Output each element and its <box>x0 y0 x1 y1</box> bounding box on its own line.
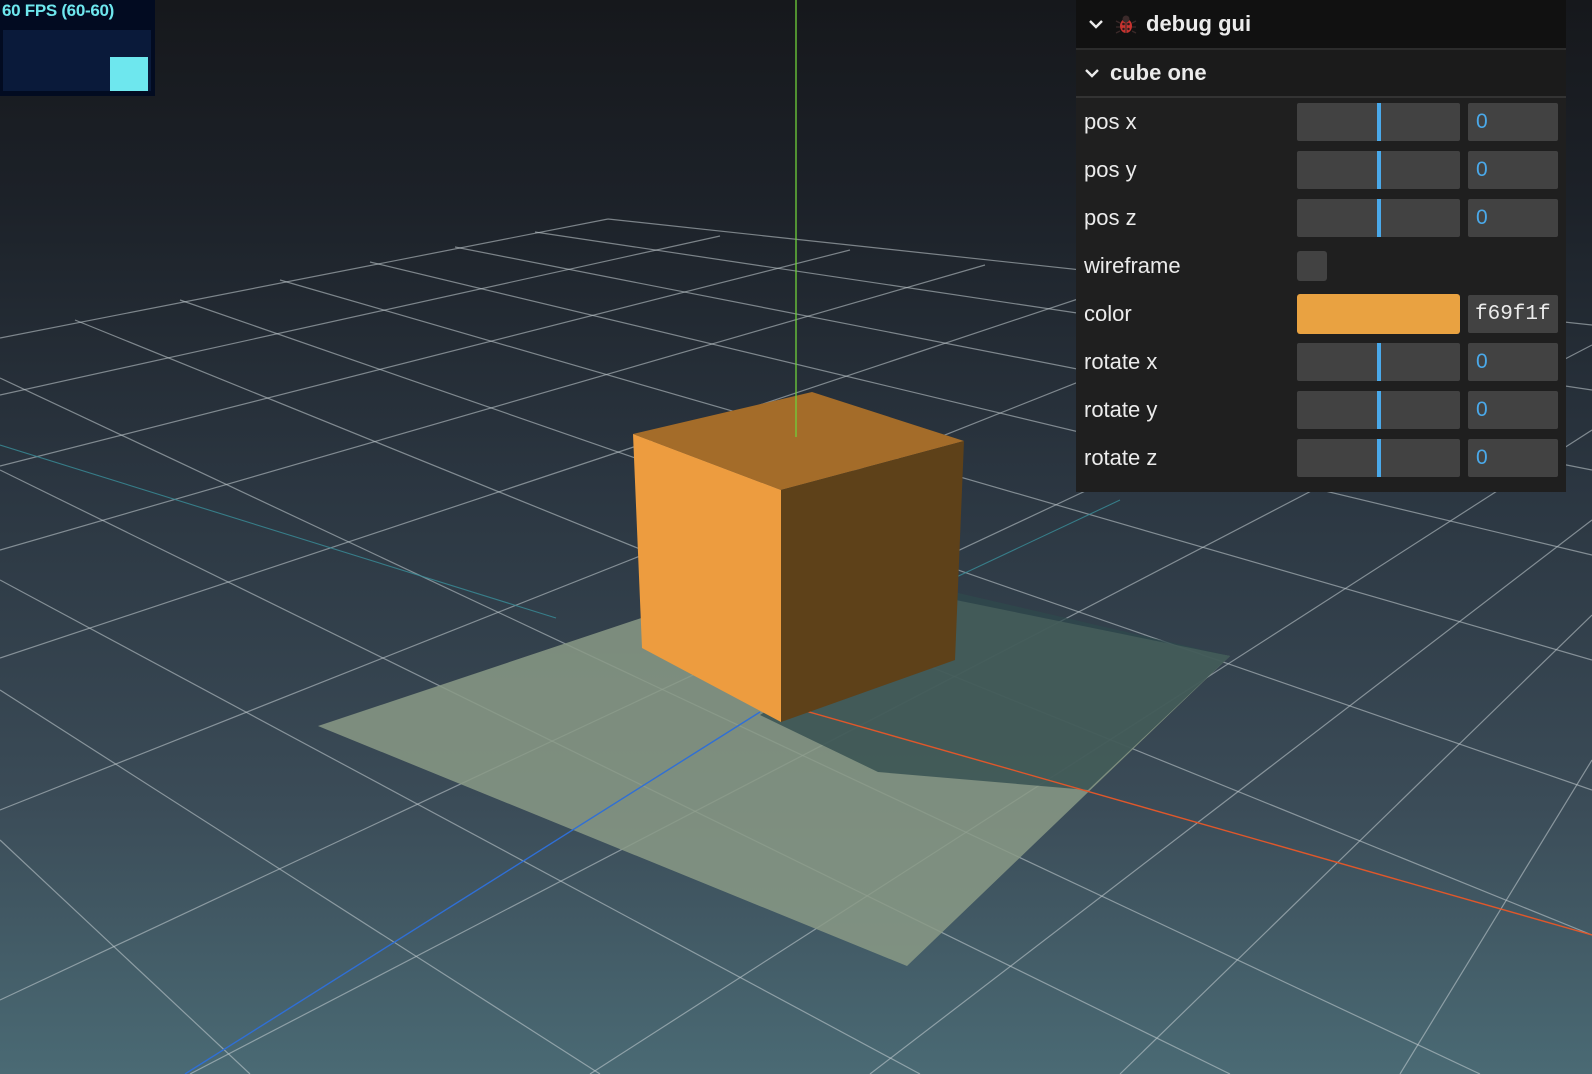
control-label-rotate-x: rotate x <box>1084 349 1158 374</box>
folder-header-cube-one[interactable]: cube one <box>1076 50 1566 98</box>
fps-graph-bar <box>110 57 148 91</box>
control-row-pos-z: pos z <box>1076 194 1566 242</box>
control-label-pos-z: pos z <box>1084 205 1137 230</box>
control-row-pos-y: pos y <box>1076 146 1566 194</box>
number-input-pos-z[interactable] <box>1468 199 1558 237</box>
axis-z-negative <box>0 444 557 619</box>
checkbox-wireframe[interactable] <box>1297 251 1327 281</box>
control-row-rotate-x: rotate x <box>1076 338 1566 386</box>
slider-handle[interactable] <box>1376 103 1381 141</box>
fps-graph <box>3 30 151 91</box>
color-swatch[interactable] <box>1297 294 1460 334</box>
debug-gui-title: debug gui <box>1146 11 1252 36</box>
control-row-rotate-y: rotate y <box>1076 386 1566 434</box>
control-label-color: color <box>1084 301 1132 326</box>
control-label-pos-y: pos y <box>1084 157 1137 182</box>
fps-stats-panel[interactable]: 60 FPS (60-60) <box>0 0 155 96</box>
chevron-down-icon <box>1085 69 1099 78</box>
number-input-pos-x[interactable] <box>1468 103 1558 141</box>
control-label-rotate-y: rotate y <box>1084 397 1158 422</box>
slider-pos-y[interactable] <box>1297 151 1460 189</box>
number-input-pos-y[interactable] <box>1468 151 1558 189</box>
bug-icon <box>1115 15 1137 34</box>
control-label-rotate-z: rotate z <box>1084 445 1158 470</box>
axis-x-negative <box>949 499 1121 581</box>
slider-handle[interactable] <box>1376 391 1381 429</box>
debug-gui-header[interactable]: debug gui <box>1076 0 1566 50</box>
debug-gui-panel: debug gui cube one pos x pos y pos z wirefr… <box>1076 0 1566 492</box>
slider-pos-x[interactable] <box>1297 103 1460 141</box>
slider-handle[interactable] <box>1376 151 1381 189</box>
chevron-down-icon <box>1089 20 1103 29</box>
control-label-pos-x: pos x <box>1084 109 1137 134</box>
slider-rotate-x[interactable] <box>1297 343 1460 381</box>
slider-handle[interactable] <box>1376 439 1381 477</box>
color-hex-input[interactable] <box>1468 295 1558 333</box>
number-input-rotate-x[interactable] <box>1468 343 1558 381</box>
slider-rotate-y[interactable] <box>1297 391 1460 429</box>
control-row-rotate-z: rotate z <box>1076 434 1566 482</box>
folder-title: cube one <box>1110 60 1207 85</box>
slider-rotate-z[interactable] <box>1297 439 1460 477</box>
control-row-color: color <box>1076 290 1566 338</box>
control-label-wireframe: wireframe <box>1084 253 1181 278</box>
control-row-wireframe: wireframe <box>1076 242 1566 290</box>
slider-pos-z[interactable] <box>1297 199 1460 237</box>
fps-label: 60 FPS (60-60) <box>2 1 115 20</box>
slider-handle[interactable] <box>1376 343 1381 381</box>
folder-controls: pos x pos y pos z wireframe color rotate x rot… <box>1076 98 1566 482</box>
control-row-pos-x: pos x <box>1076 98 1566 146</box>
number-input-rotate-y[interactable] <box>1468 391 1558 429</box>
number-input-rotate-z[interactable] <box>1468 439 1558 477</box>
slider-handle[interactable] <box>1376 199 1381 237</box>
